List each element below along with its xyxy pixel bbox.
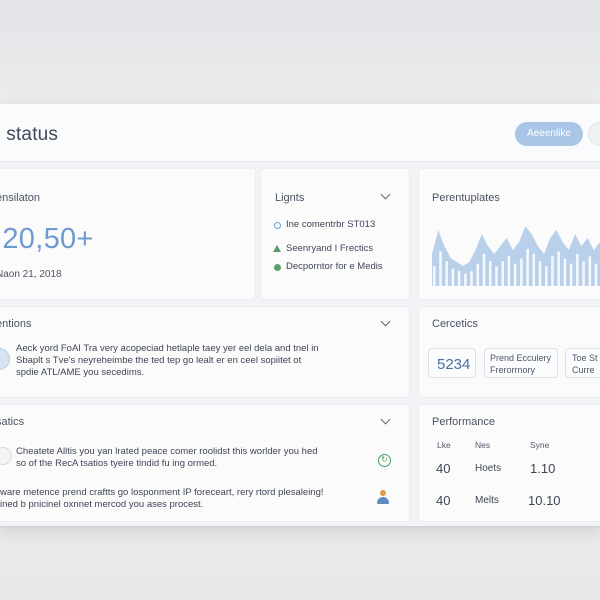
lights-card-title: Lignts (275, 192, 305, 204)
user-icon[interactable] (376, 490, 390, 504)
circle-icon (274, 222, 281, 229)
statics-text-line: ware metence prend craftts go losponment… (0, 487, 324, 498)
chart-bar (520, 258, 523, 286)
chart-bar (495, 266, 498, 286)
chart-bar (476, 263, 480, 286)
user-icon-head (380, 490, 386, 496)
chart-bar (470, 271, 473, 286)
chart-bar (563, 258, 567, 286)
table-header: Nes (475, 440, 491, 450)
ceramics-tile-label: Frerorrnory (490, 365, 536, 375)
statics-card-title: satics (0, 416, 25, 428)
chart-bar (582, 261, 585, 286)
actions-card-title: entions (0, 318, 32, 330)
lights-card (260, 168, 410, 300)
ceramics-tile-label: Prend Ecculery (490, 353, 552, 363)
secondary-action-button[interactable] (588, 122, 600, 146)
overview-value: ,20,50+ (0, 223, 94, 255)
actions-text-line: spdie ATL/AME you secedims. (16, 367, 145, 378)
actions-text-line: Aeck yord FoAI Tra very acopeciad hetlap… (16, 343, 319, 354)
statics-text-line: ined b pnicinel oxnnet mercod you ases p… (0, 499, 204, 510)
chart-bar (445, 261, 448, 286)
lights-item[interactable]: Ine comentrbr ST013 (286, 219, 375, 230)
statics-text-line: Cheatete Alltis you yan lrated peace com… (16, 446, 318, 457)
ceramics-tile-label: Curre (572, 365, 595, 375)
table-cell: 40 (436, 461, 451, 476)
ceramics-card-title: Cercetics (432, 318, 478, 330)
performance-card-title: Performance (432, 416, 495, 428)
table-cell: 10.10 (528, 493, 561, 508)
chart-bar (532, 253, 536, 286)
chart-bar (482, 253, 486, 286)
chart-bar (488, 261, 492, 286)
chart-bar (451, 268, 455, 286)
table-cell: 40 (436, 493, 451, 508)
chart-bar (507, 256, 511, 286)
check-circle-icon[interactable]: ↻ (378, 454, 391, 467)
chart-bar (457, 271, 461, 286)
dashboard-window: o status Aeeenlike ensilaton ,20,50+ Nao… (0, 104, 600, 526)
chart-bar (569, 263, 573, 286)
overview-card-title: ensilaton (0, 192, 41, 204)
chart-bar (538, 261, 542, 286)
table-header: Syne (530, 440, 550, 450)
lights-item[interactable]: Decporntor for e Medis (286, 261, 383, 272)
chart-bar (464, 273, 467, 286)
lights-item[interactable]: Seenryand I Frectics (286, 243, 373, 254)
chart-bar (432, 266, 436, 286)
actions-text-line: Sbaplt s Tve's neyreheimbe the ted tep g… (16, 355, 302, 366)
ceramics-tile-number: 5234 (437, 356, 471, 373)
chart-bar (439, 251, 442, 286)
header-bar: o status Aeeenlike (0, 104, 600, 162)
chart-bar (513, 263, 517, 286)
chart-bar (576, 253, 579, 286)
user-icon-body (377, 497, 389, 504)
primary-action-button[interactable]: Aeeenlike (515, 122, 583, 146)
chart-bar (588, 256, 592, 286)
chart-bar (526, 248, 529, 286)
page-title: o status (0, 124, 59, 145)
table-header: Lke (437, 440, 451, 450)
chart-bar (545, 266, 548, 286)
triangle-icon (273, 245, 281, 252)
ceramics-tile-label: Toe St (572, 353, 598, 363)
chart-area (432, 226, 600, 286)
dot-icon (274, 264, 281, 271)
table-cell: Melts (475, 495, 499, 506)
chart-bar (594, 263, 598, 286)
chart-bar (557, 251, 560, 286)
overview-date: Naon 21, 2018 (0, 269, 62, 280)
chart-card-title: Perentuplates (432, 192, 500, 204)
chart-bar (551, 256, 554, 286)
table-cell: Hoets (475, 463, 502, 474)
chart-bar (501, 261, 504, 286)
statics-text-line: so of the RecA tsatios tyeire tindid fu … (16, 458, 218, 469)
table-cell: 1.10 (530, 461, 556, 476)
